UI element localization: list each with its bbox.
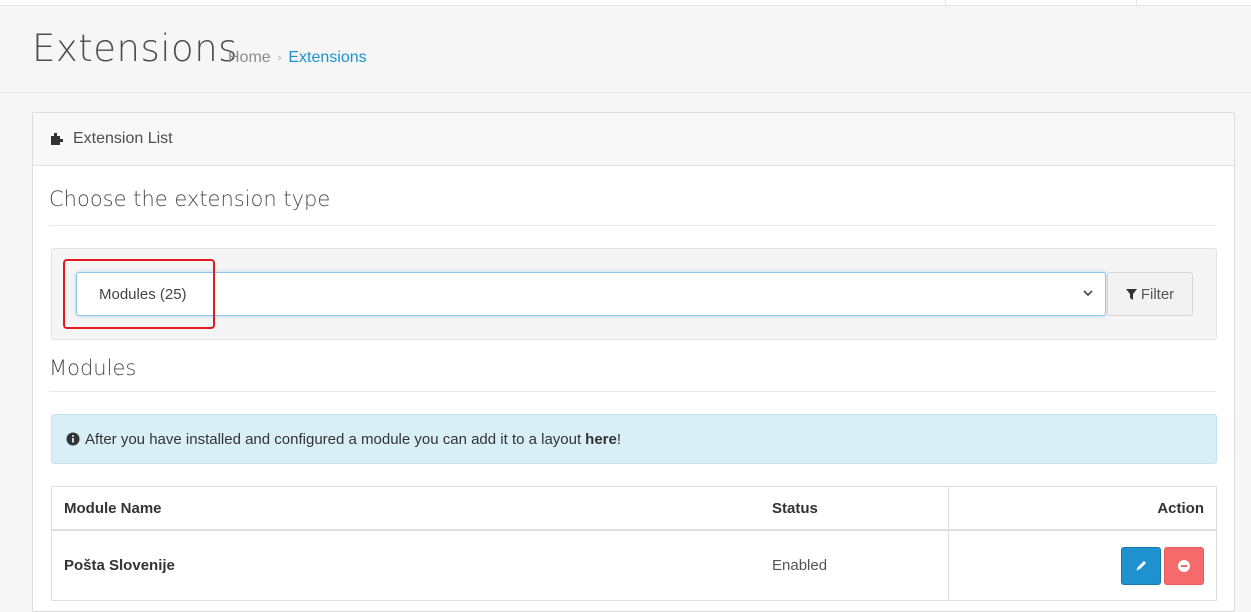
breadcrumb: Home › Extensions: [228, 49, 367, 67]
annotation-highlight-box: [63, 259, 215, 329]
breadcrumb-separator-icon: ›: [277, 52, 282, 64]
extension-type-select[interactable]: Modules (25): [76, 272, 1106, 316]
modules-title: Modules: [49, 356, 137, 380]
uninstall-button[interactable]: [1164, 546, 1204, 585]
pencil-icon: [1136, 560, 1146, 571]
table-header-row: Module Name Status Action: [52, 487, 1216, 531]
navbar-divider: [945, 0, 946, 6]
edit-button[interactable]: [1121, 546, 1161, 585]
column-header-status[interactable]: Status: [772, 487, 818, 529]
column-divider: [948, 487, 949, 529]
navbar-divider: [1136, 0, 1137, 6]
row-actions: [1121, 531, 1204, 600]
panel-heading: Extension List: [33, 113, 1234, 166]
column-header-module-name[interactable]: Module Name: [64, 487, 162, 529]
module-name: Pošta Slovenije: [64, 557, 175, 574]
breadcrumb-home-link[interactable]: Home: [228, 49, 271, 67]
modules-table: Module Name Status Action Pošta Slovenij…: [51, 486, 1217, 601]
divider: [49, 391, 1216, 392]
table-row: Pošta Slovenije Enabled: [52, 531, 1216, 601]
page-title: Extensions: [32, 27, 238, 70]
info-circle-icon: [66, 432, 80, 446]
breadcrumb-extensions-link[interactable]: Extensions: [288, 49, 366, 67]
column-header-action: Action: [1157, 499, 1204, 517]
column-divider: [948, 531, 949, 600]
alert-here-link[interactable]: here: [585, 431, 617, 448]
filter-icon: [1125, 288, 1137, 300]
top-navbar: [0, 0, 1251, 6]
filter-well: Modules (25) Filter: [51, 248, 1217, 340]
filter-button-label: Filter: [1140, 285, 1175, 303]
extension-list-panel: Extension List Choose the extension type…: [32, 112, 1235, 612]
choose-extension-type-title: Choose the extension type: [49, 187, 331, 211]
filter-button[interactable]: Filter: [1107, 272, 1193, 316]
chevron-down-icon: [1083, 290, 1093, 297]
module-status: Enabled: [772, 557, 828, 574]
minus-circle-icon: [1178, 559, 1190, 572]
puzzle-icon: [51, 133, 63, 145]
divider: [49, 225, 1216, 226]
panel-heading-label: Extension List: [73, 130, 173, 147]
info-alert: After you have installed and configured …: [51, 414, 1217, 464]
alert-text: After you have installed and configured …: [85, 430, 582, 448]
page-header: Extensions Home › Extensions: [0, 7, 1251, 93]
alert-suffix: !: [616, 430, 622, 448]
